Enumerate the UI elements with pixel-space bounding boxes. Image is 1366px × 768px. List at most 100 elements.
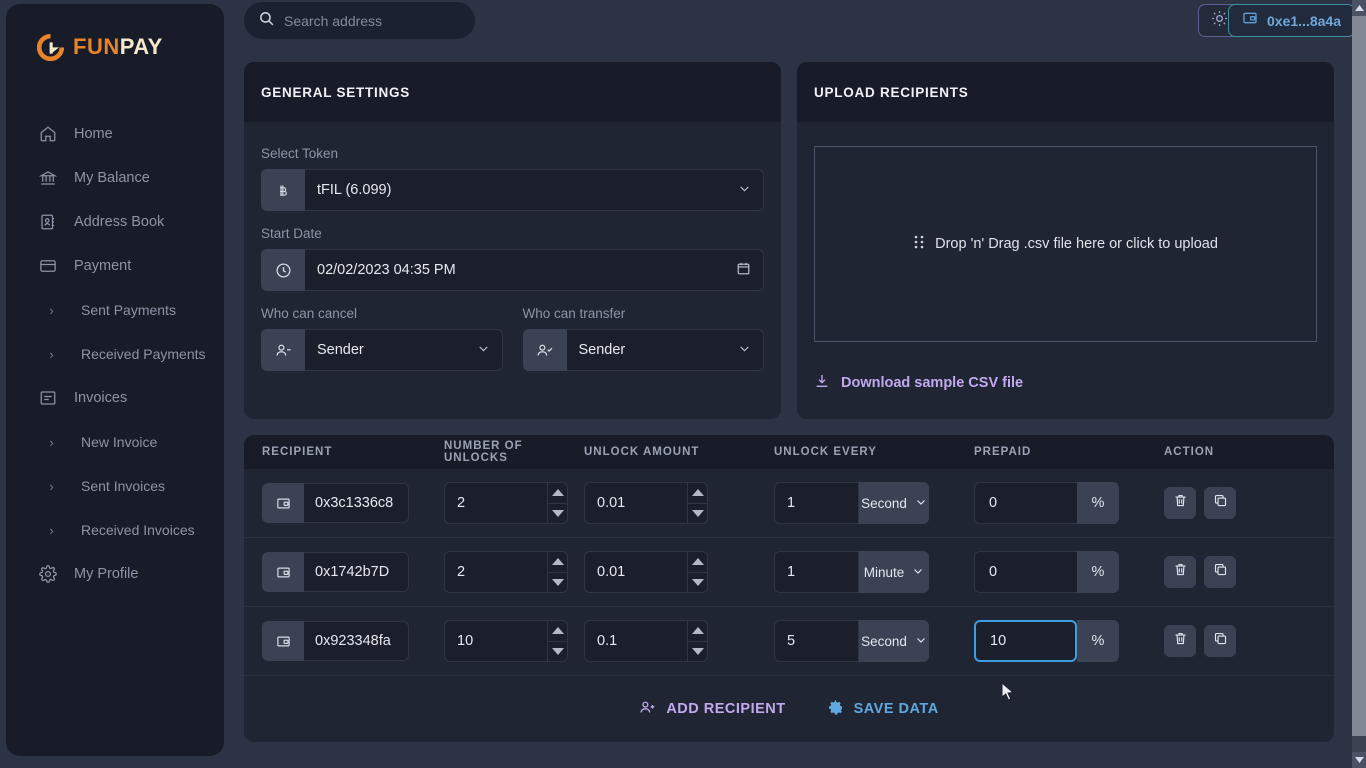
prepaid-input[interactable]: 0 [974,551,1077,593]
cell-unlock-amount: 0.1 [584,620,774,662]
start-date-field[interactable]: 02/02/2023 04:35 PM [261,249,764,291]
clock-icon [261,249,305,291]
stepper-down-button[interactable] [548,573,567,593]
recipient-field[interactable]: 0x1742b7D [262,552,409,592]
stepper-buttons[interactable] [547,551,568,593]
sidebar-item-new-invoice[interactable]: › New Invoice [6,420,224,464]
sidebar-item-my-balance[interactable]: My Balance [6,156,224,200]
sidebar-item-sent-invoices[interactable]: › Sent Invoices [6,464,224,508]
unlock-every-input[interactable]: 1 [774,551,859,593]
unlock-unit-select[interactable]: Minute [859,551,929,593]
recipient-input[interactable]: 0x1742b7D [304,552,409,592]
delete-row-button[interactable] [1164,556,1196,588]
page-scrollbar[interactable] [1352,0,1366,768]
delete-row-button[interactable] [1164,625,1196,657]
unlock-unit-select[interactable]: Second [859,620,929,662]
unlock-amount-stepper[interactable]: 0.01 [584,551,708,593]
sidebar-item-label: Home [74,126,113,142]
sidebar-item-invoices[interactable]: Invoices [6,376,224,420]
stepper-buttons[interactable] [687,551,708,593]
download-sample-csv-link[interactable]: Download sample CSV file [814,373,1317,393]
duplicate-row-button[interactable] [1204,625,1236,657]
stepper-up-button[interactable] [548,552,567,573]
number-of-unlocks-input[interactable]: 2 [444,482,547,524]
unlock-every-input[interactable]: 5 [774,620,859,662]
stepper-up-button[interactable] [548,621,567,642]
stepper-up-button[interactable] [548,483,567,504]
stepper-buttons[interactable] [687,482,708,524]
prepaid-field[interactable]: 10 % [974,620,1119,662]
search-input[interactable] [284,12,454,29]
save-data-button[interactable]: SAVE DATA [827,699,939,720]
unlock-amount-input[interactable]: 0.01 [584,482,687,524]
triangle-up-icon [691,489,704,497]
stepper-buttons[interactable] [687,620,708,662]
sidebar-item-address-book[interactable]: Address Book [6,200,224,244]
stepper-up-button[interactable] [688,621,707,642]
scrollbar-up-button[interactable] [1352,0,1366,16]
number-of-unlocks-input[interactable]: 2 [444,551,547,593]
sidebar-item-sent-payments[interactable]: › Sent Payments [6,288,224,332]
recipient-input[interactable]: 0x923348fa [304,621,409,661]
unlock-every-combo[interactable]: 1 Second [774,482,929,524]
duplicate-row-button[interactable] [1204,556,1236,588]
number-of-unlocks-stepper[interactable]: 2 [444,551,568,593]
prepaid-field[interactable]: 0 % [974,551,1119,593]
delete-row-button[interactable] [1164,487,1196,519]
stepper-buttons[interactable] [547,620,568,662]
who-can-transfer-field[interactable]: Sender [522,329,764,371]
prepaid-input[interactable]: 10 [974,620,1077,662]
unlock-amount-input[interactable]: 0.01 [584,551,687,593]
unlock-every-input[interactable]: 1 [774,482,859,524]
unlock-every-combo[interactable]: 5 Second [774,620,929,662]
stepper-up-button[interactable] [688,483,707,504]
who-can-cancel-text: Sender [317,342,364,358]
number-of-unlocks-input[interactable]: 10 [444,620,547,662]
recipient-field[interactable]: 0x923348fa [262,621,409,661]
stepper-down-button[interactable] [688,504,707,524]
stepper-down-button[interactable] [548,642,567,662]
number-of-unlocks-stepper[interactable]: 2 [444,482,568,524]
sidebar-item-home[interactable]: Home [6,112,224,156]
calendar-icon[interactable] [736,261,751,280]
unlock-unit-select[interactable]: Second [859,482,929,524]
unlock-amount-input[interactable]: 0.1 [584,620,687,662]
select-token-label: Select Token [261,146,339,161]
who-can-cancel-label: Who can cancel [261,306,358,321]
stepper-down-button[interactable] [548,504,567,524]
select-token-value[interactable]: tFIL (6.099) [305,169,764,211]
scrollbar-down-button[interactable] [1352,752,1366,768]
start-date-value[interactable]: 02/02/2023 04:35 PM [305,249,764,291]
sidebar-item-received-payments[interactable]: › Received Payments [6,332,224,376]
recipient-field[interactable]: 0x3c1336c8 [262,483,409,523]
unlock-amount-stepper[interactable]: 0.1 [584,620,708,662]
sidebar-item-received-invoices[interactable]: › Received Invoices [6,508,224,552]
who-can-cancel-field[interactable]: Sender [261,329,503,371]
app-logo[interactable]: FUNPAY [6,26,224,68]
prepaid-input[interactable]: 0 [974,482,1077,524]
prepaid-field[interactable]: 0 % [974,482,1119,524]
who-can-transfer-value[interactable]: Sender [566,329,764,371]
scrollbar-thumb[interactable] [1352,16,1366,736]
column-header-prepaid: PREPAID [974,446,1032,458]
csv-dropzone[interactable]: Drop 'n' Drag .csv file here or click to… [814,146,1317,342]
copy-icon [1213,562,1228,582]
wallet-address-button[interactable]: 0xe1...8a4a [1228,4,1355,37]
add-recipient-button[interactable]: ADD RECIPIENT [639,699,785,720]
unlock-amount-stepper[interactable]: 0.01 [584,482,708,524]
start-date-label: Start Date [261,226,322,241]
sidebar-item-label: Received Payments [81,346,206,362]
who-can-cancel-value[interactable]: Sender [305,329,503,371]
duplicate-row-button[interactable] [1204,487,1236,519]
unlock-every-combo[interactable]: 1 Minute [774,551,929,593]
stepper-down-button[interactable] [688,573,707,593]
recipient-input[interactable]: 0x3c1336c8 [304,483,409,523]
search-address-box[interactable] [244,2,475,39]
sidebar-item-payment[interactable]: Payment [6,244,224,288]
select-token-field[interactable]: tFIL (6.099) [261,169,764,211]
number-of-unlocks-stepper[interactable]: 10 [444,620,568,662]
stepper-up-button[interactable] [688,552,707,573]
stepper-buttons[interactable] [547,482,568,524]
sidebar-item-my-profile[interactable]: My Profile [6,552,224,596]
stepper-down-button[interactable] [688,642,707,662]
